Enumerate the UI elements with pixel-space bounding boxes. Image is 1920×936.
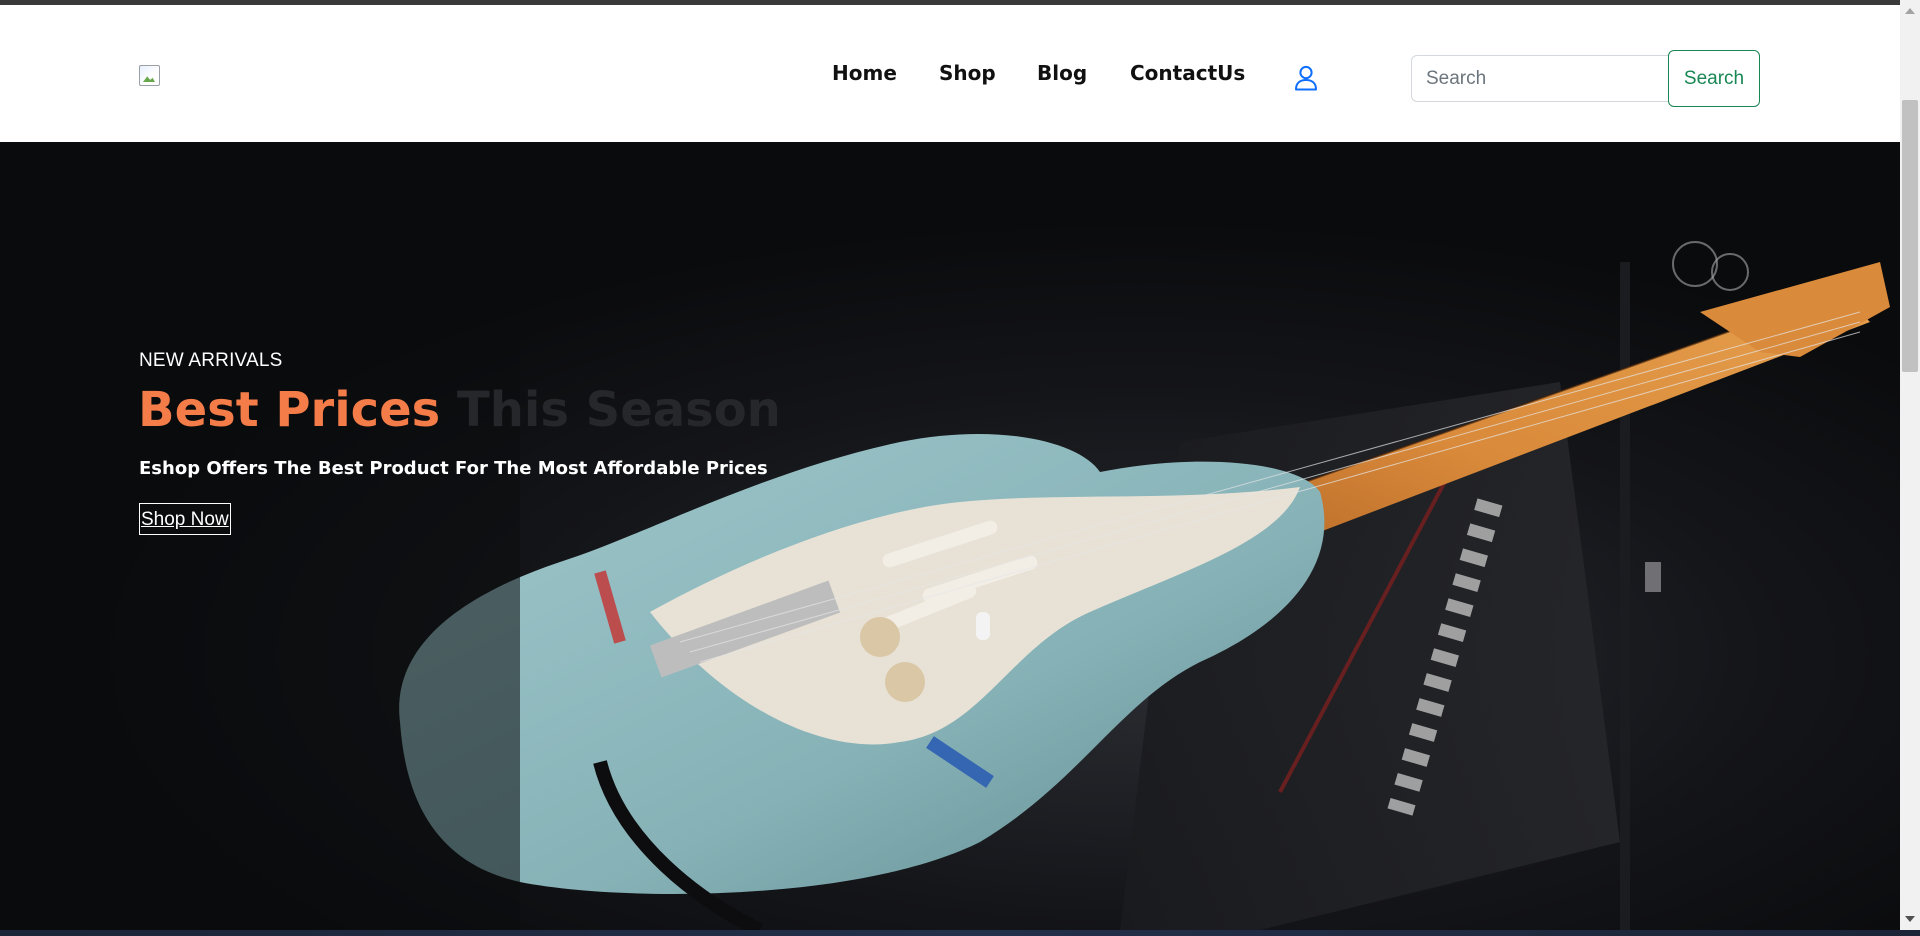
- hero-subtitle: Eshop Offers The Best Product For The Mo…: [139, 458, 768, 479]
- nav-link-contactus[interactable]: ContactUs: [1130, 61, 1245, 85]
- scrollbar-thumb[interactable]: [1902, 100, 1918, 372]
- scroll-up-arrow-icon[interactable]: [1905, 8, 1915, 14]
- hero-banner: NEW ARRIVALS Best Prices This Season Esh…: [0, 142, 1900, 930]
- nav-link-home[interactable]: Home: [832, 61, 897, 85]
- hero-title-rest: This Season: [456, 382, 781, 438]
- nav-link-shop[interactable]: Shop: [939, 61, 996, 85]
- search-button[interactable]: Search: [1668, 50, 1760, 107]
- shop-now-button[interactable]: Shop Now: [139, 503, 231, 535]
- guitar-hero-image: [0, 142, 1900, 930]
- page-scrollbar[interactable]: [1900, 0, 1920, 930]
- search-input[interactable]: [1411, 55, 1669, 102]
- user-icon[interactable]: [1294, 65, 1318, 91]
- hero-title-accent: Best Prices: [138, 382, 441, 438]
- hero-eyebrow: NEW ARRIVALS: [139, 350, 283, 371]
- scroll-down-arrow-icon[interactable]: [1905, 916, 1915, 922]
- nav-link-blog[interactable]: Blog: [1037, 61, 1087, 85]
- taskbar-strip: [0, 930, 1920, 936]
- logo-broken-image-icon[interactable]: [139, 65, 160, 86]
- hero-title: Best Prices This Season: [138, 382, 781, 438]
- navbar: Home Shop Blog ContactUs Search: [0, 5, 1900, 142]
